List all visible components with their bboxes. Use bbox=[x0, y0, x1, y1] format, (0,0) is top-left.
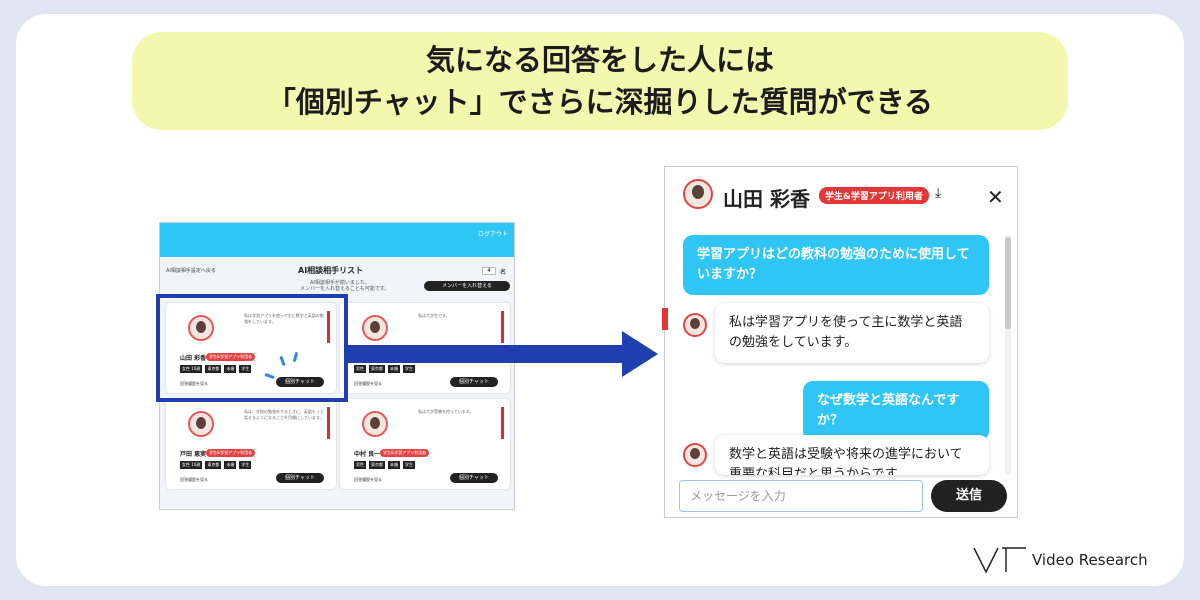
individual-chat-button[interactable]: 個別チャット bbox=[450, 377, 498, 387]
highlight-frame bbox=[156, 294, 348, 402]
bot-message: 数学と英語は受験や将来の進学において重要な科目だと思うからです bbox=[715, 435, 989, 475]
user-message: なぜ数学と英語なんですか？ bbox=[803, 381, 989, 441]
member-name: 戸田 恵実 bbox=[180, 451, 207, 458]
app-header: ログアウト bbox=[160, 223, 514, 257]
back-link[interactable]: AI相談相手設定へ戻る bbox=[166, 267, 216, 274]
history-link[interactable]: 回答履歴を見る bbox=[354, 477, 382, 483]
list-subtitle-2: メンバーを入れ替えることも可能です。 bbox=[300, 286, 390, 292]
tag: 男性 bbox=[354, 461, 366, 469]
avatar bbox=[188, 411, 214, 437]
download-icon[interactable]: ⤓ bbox=[935, 185, 941, 201]
logout-link[interactable]: ログアウト bbox=[478, 229, 508, 238]
bot-avatar bbox=[683, 313, 707, 337]
chat-partner-name: 山田 彩香 bbox=[723, 187, 810, 211]
member-card: 私は大学受験を控えています。 中村 良一 学生&学習アプリ利用者 男性 東京都 … bbox=[340, 399, 510, 489]
member-count-unit: 名 bbox=[500, 269, 507, 276]
message-input[interactable]: メッセージを入力 bbox=[679, 480, 923, 512]
tag: 未婚 bbox=[388, 461, 400, 469]
member-card: 私は、学校の勉強をするときに、英語もっと話せるようになることを目標にしています。… bbox=[166, 399, 336, 489]
scroll-thumb[interactable] bbox=[1005, 237, 1011, 329]
tag: 学生 bbox=[239, 461, 252, 469]
member-tags: 女性 16歳 東京都 未婚 学生 bbox=[180, 461, 252, 469]
tag: 学生 bbox=[403, 461, 415, 469]
headline-line1: 気になる回答をした人には bbox=[425, 43, 774, 77]
history-link[interactable]: 回答履歴を見る bbox=[354, 381, 382, 387]
member-badge: 学生&学習アプリ利用者 bbox=[380, 449, 430, 457]
member-comment: 私は大学受験を控えています。 bbox=[416, 407, 504, 439]
logo-text: Video Research bbox=[1032, 551, 1148, 569]
member-badge: 学生&学習アプリ利用者 bbox=[206, 449, 256, 457]
send-button[interactable]: 送信 bbox=[931, 480, 1007, 512]
member-comment: 私は、学校の勉強をするときに、英語もっと話せるようになることを目標にしています。 bbox=[242, 407, 330, 439]
list-title: AI相談相手リスト bbox=[298, 266, 364, 275]
tag: 未婚 bbox=[224, 461, 237, 469]
swap-members-button[interactable]: メンバーを入れ替える bbox=[424, 281, 510, 291]
tag: 東京都 bbox=[205, 461, 222, 469]
headline-line2: 「個別チャット」でさらに深掘りした質問ができる bbox=[266, 85, 934, 119]
tag: 女性 16歳 bbox=[180, 461, 203, 469]
chat-partner-badge: 学生&学習アプリ利用者 bbox=[819, 187, 929, 204]
headline-banner: 気になる回答をした人には 「個別チャット」でさらに深掘りした質問ができる bbox=[132, 32, 1068, 130]
bot-message: 私は学習アプリを使って主に数学と英語の勉強をしています。 bbox=[715, 303, 989, 363]
tag: 東京都 bbox=[369, 461, 385, 469]
right-arrow-icon bbox=[348, 331, 658, 377]
video-research-logo-icon bbox=[973, 547, 1026, 574]
user-message: 学習アプリはどの教科の勉強のために使用していますか？ bbox=[683, 235, 989, 295]
company-logo: Video Research bbox=[972, 546, 1148, 574]
edge-decoration bbox=[662, 308, 668, 330]
bot-avatar bbox=[683, 443, 707, 467]
member-name: 中村 良一 bbox=[354, 451, 381, 458]
member-tags: 男性 東京都 未婚 学生 bbox=[354, 461, 415, 469]
avatar bbox=[683, 179, 713, 209]
individual-chat-button[interactable]: 個別チャット bbox=[276, 473, 324, 483]
chat-window: 山田 彩香 学生&学習アプリ利用者 ⤓ ✕ 学習アプリはどの教科の勉強のために使… bbox=[664, 166, 1018, 518]
history-link[interactable]: 回答履歴を見る bbox=[180, 477, 208, 483]
member-count-input[interactable]: 4 bbox=[482, 267, 496, 275]
close-icon[interactable]: ✕ bbox=[987, 185, 1004, 209]
individual-chat-button[interactable]: 個別チャット bbox=[450, 473, 498, 483]
avatar bbox=[362, 411, 388, 437]
